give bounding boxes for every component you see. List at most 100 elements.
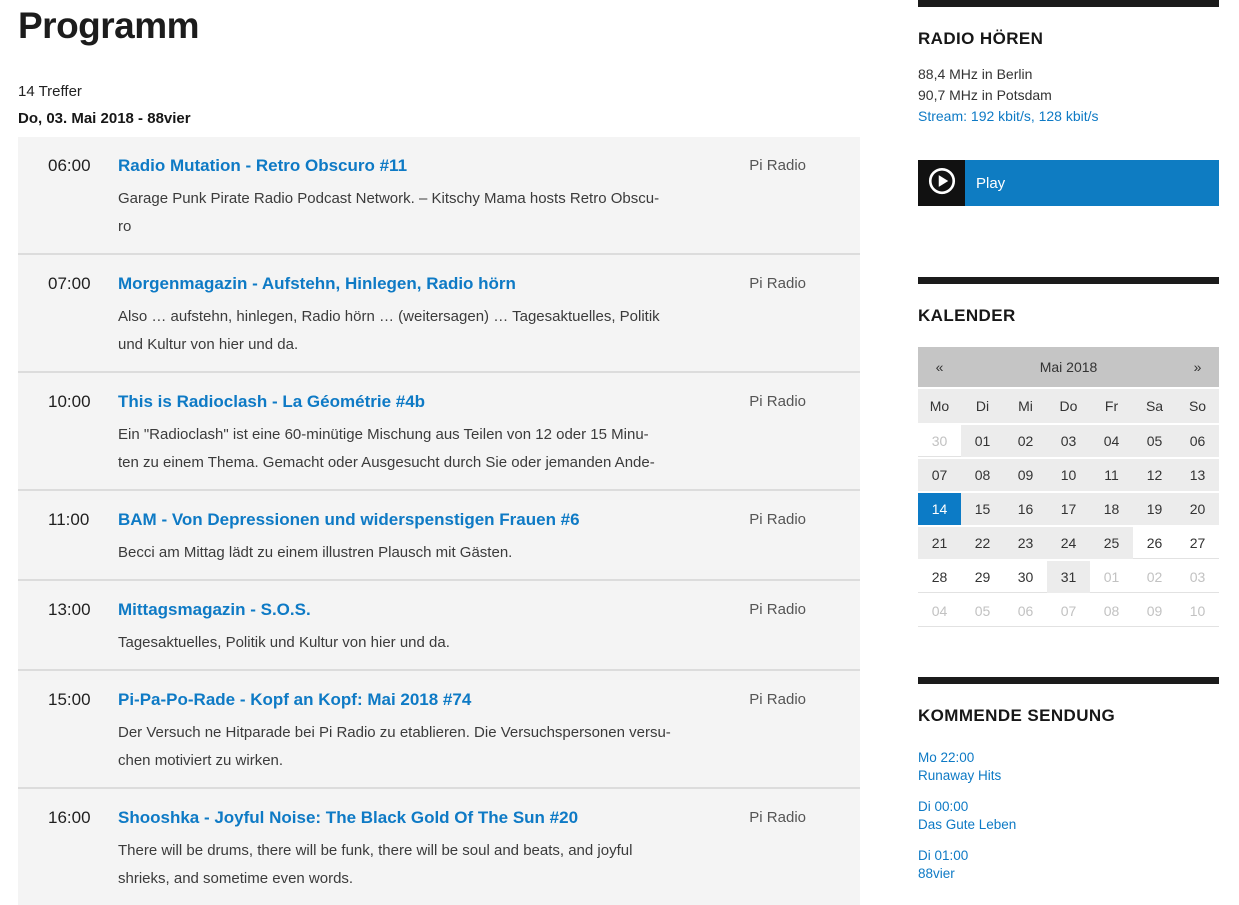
spacer [918,629,1219,677]
program-title-link[interactable]: BAM - Von Depressionen und widerspenstig… [118,509,580,531]
calendar-day[interactable]: 02 [1004,425,1047,457]
stream-links: Stream: 192 kbit/s, 128 kbit/s [918,106,1219,127]
upcoming-time-link[interactable]: Di 00:00 [918,798,1219,816]
program-description-line: ro [118,213,739,241]
date-heading: Do, 03. Mai 2018 - 88vier [18,110,860,127]
calendar-week-row: 07 08 09 10 11 12 13 [918,459,1219,491]
calendar-day[interactable]: 21 [918,527,961,559]
calendar-week-row: 30 01 02 03 04 05 06 [918,425,1219,457]
program-body: Shooshka - Joyful Noise: The Black Gold … [118,807,739,893]
program-station: Pi Radio [739,509,860,567]
calendar-day: 03 [1176,561,1219,593]
upcoming-time-link[interactable]: Di 01:00 [918,847,1219,865]
calendar-weekday: Mi [1004,389,1047,423]
calendar-day: 30 [1004,561,1047,593]
program-title-link[interactable]: This is Radioclash - La Géométrie #4b [118,391,425,413]
program-body: Pi-Pa-Po-Rade - Kopf an Kopf: Mai 2018 #… [118,689,739,775]
program-description-line: Becci am Mittag lädt zu einem illustren … [118,539,739,567]
upcoming-time-link[interactable]: Mo 22:00 [918,749,1219,767]
stream-link-separator: , [1031,108,1039,124]
program-time: 11:00 [48,509,118,567]
program-description-line: Ein "Radioclash" ist eine 60-minütige Mi… [118,421,739,449]
calendar-weekday: Mo [918,389,961,423]
program-body: BAM - Von Depressionen und widerspenstig… [118,509,739,567]
calendar-day: 04 [918,595,961,627]
calendar-day: 01 [1090,561,1133,593]
calendar-week-row: 21 22 23 24 25 26 27 [918,527,1219,559]
calendar-day: 28 [918,561,961,593]
program-description-line: Tagesaktuelles, Politik und Kultur von h… [118,629,739,657]
stream-link-192[interactable]: Stream: 192 kbit/s [918,108,1031,124]
program-description-line: Also … aufstehn, hinlegen, Radio hörn … … [118,303,739,331]
program-time: 10:00 [48,391,118,477]
main-content: Programm 14 Treffer Do, 03. Mai 2018 - 8… [18,0,860,905]
upcoming-item: Di 00:00 Das Gute Leben [918,798,1219,834]
calendar-day[interactable]: 07 [918,459,961,491]
program-body: Mittagsmagazin - S.O.S. Tagesaktuelles, … [118,599,739,657]
page-title: Programm [18,0,860,47]
program-row: 10:00 This is Radioclash - La Géométrie … [18,373,860,491]
section-divider [918,0,1219,7]
play-icon-box [918,160,965,206]
program-row: 16:00 Shooshka - Joyful Noise: The Black… [18,789,860,905]
calendar-day[interactable]: 18 [1090,493,1133,525]
spacer [918,206,1219,277]
program-title-link[interactable]: Pi-Pa-Po-Rade - Kopf an Kopf: Mai 2018 #… [118,689,471,711]
program-title-link[interactable]: Morgenmagazin - Aufstehn, Hinlegen, Radi… [118,273,516,295]
program-body: Radio Mutation - Retro Obscuro #11 Garag… [118,155,739,241]
calendar-day[interactable]: 20 [1176,493,1219,525]
calendar-day[interactable]: 09 [1004,459,1047,491]
calendar-day: 26 [1133,527,1176,559]
program-station: Pi Radio [739,689,860,775]
play-icon [927,166,957,201]
program-title-link[interactable]: Radio Mutation - Retro Obscuro #11 [118,155,407,177]
calendar-day: 29 [961,561,1004,593]
calendar-day[interactable]: 16 [1004,493,1047,525]
program-title-link[interactable]: Shooshka - Joyful Noise: The Black Gold … [118,807,578,829]
calendar-day[interactable]: 04 [1090,425,1133,457]
calendar-day[interactable]: 01 [961,425,1004,457]
calendar-day[interactable]: 15 [961,493,1004,525]
play-button[interactable]: Play [918,160,1219,206]
upcoming-title-link[interactable]: 88vier [918,865,1219,883]
calendar-day: 08 [1090,595,1133,627]
calendar-weekday: Do [1047,389,1090,423]
calendar-day[interactable]: 13 [1176,459,1219,491]
calendar-day[interactable]: 24 [1047,527,1090,559]
program-row: 15:00 Pi-Pa-Po-Rade - Kopf an Kopf: Mai … [18,671,860,789]
calendar-weekday: Fr [1090,389,1133,423]
program-description-line: chen motiviert zu wirken. [118,747,739,775]
calendar-day: 30 [918,425,961,457]
calendar-prev-button[interactable]: « [918,347,961,387]
program-row: 06:00 Radio Mutation - Retro Obscuro #11… [18,137,860,255]
calendar-day[interactable]: 17 [1047,493,1090,525]
program-station: Pi Radio [739,391,860,477]
page: Programm 14 Treffer Do, 03. Mai 2018 - 8… [0,0,1239,890]
calendar-weekday-row: Mo Di Mi Do Fr Sa So [918,389,1219,423]
calendar-day[interactable]: 10 [1047,459,1090,491]
calendar-day[interactable]: 12 [1133,459,1176,491]
program-description-line: Garage Punk Pirate Radio Podcast Network… [118,185,739,213]
calendar-day[interactable]: 25 [1090,527,1133,559]
calendar-day-selected[interactable]: 14 [918,493,961,525]
program-row: 11:00 BAM - Von Depressionen und widersp… [18,491,860,581]
calendar-day[interactable]: 05 [1133,425,1176,457]
calendar-day[interactable]: 19 [1133,493,1176,525]
calendar-day[interactable]: 22 [961,527,1004,559]
section-divider [918,677,1219,684]
calendar-day[interactable]: 03 [1047,425,1090,457]
calendar-next-button[interactable]: » [1176,347,1219,387]
calendar-month-label: Mai 2018 [961,347,1176,387]
upcoming-title-link[interactable]: Das Gute Leben [918,816,1219,834]
calendar-day[interactable]: 31 [1047,561,1090,593]
calendar-day[interactable]: 06 [1176,425,1219,457]
calendar-day[interactable]: 11 [1090,459,1133,491]
program-description-line: Der Versuch ne Hitparade bei Pi Radio zu… [118,719,739,747]
calendar-day[interactable]: 08 [961,459,1004,491]
upcoming-title-link[interactable]: Runaway Hits [918,767,1219,785]
calendar-day[interactable]: 23 [1004,527,1047,559]
upcoming-item: Mo 22:00 Runaway Hits [918,749,1219,785]
program-station: Pi Radio [739,807,860,893]
program-title-link[interactable]: Mittagsmagazin - S.O.S. [118,599,311,621]
stream-link-128[interactable]: 128 kbit/s [1039,108,1099,124]
